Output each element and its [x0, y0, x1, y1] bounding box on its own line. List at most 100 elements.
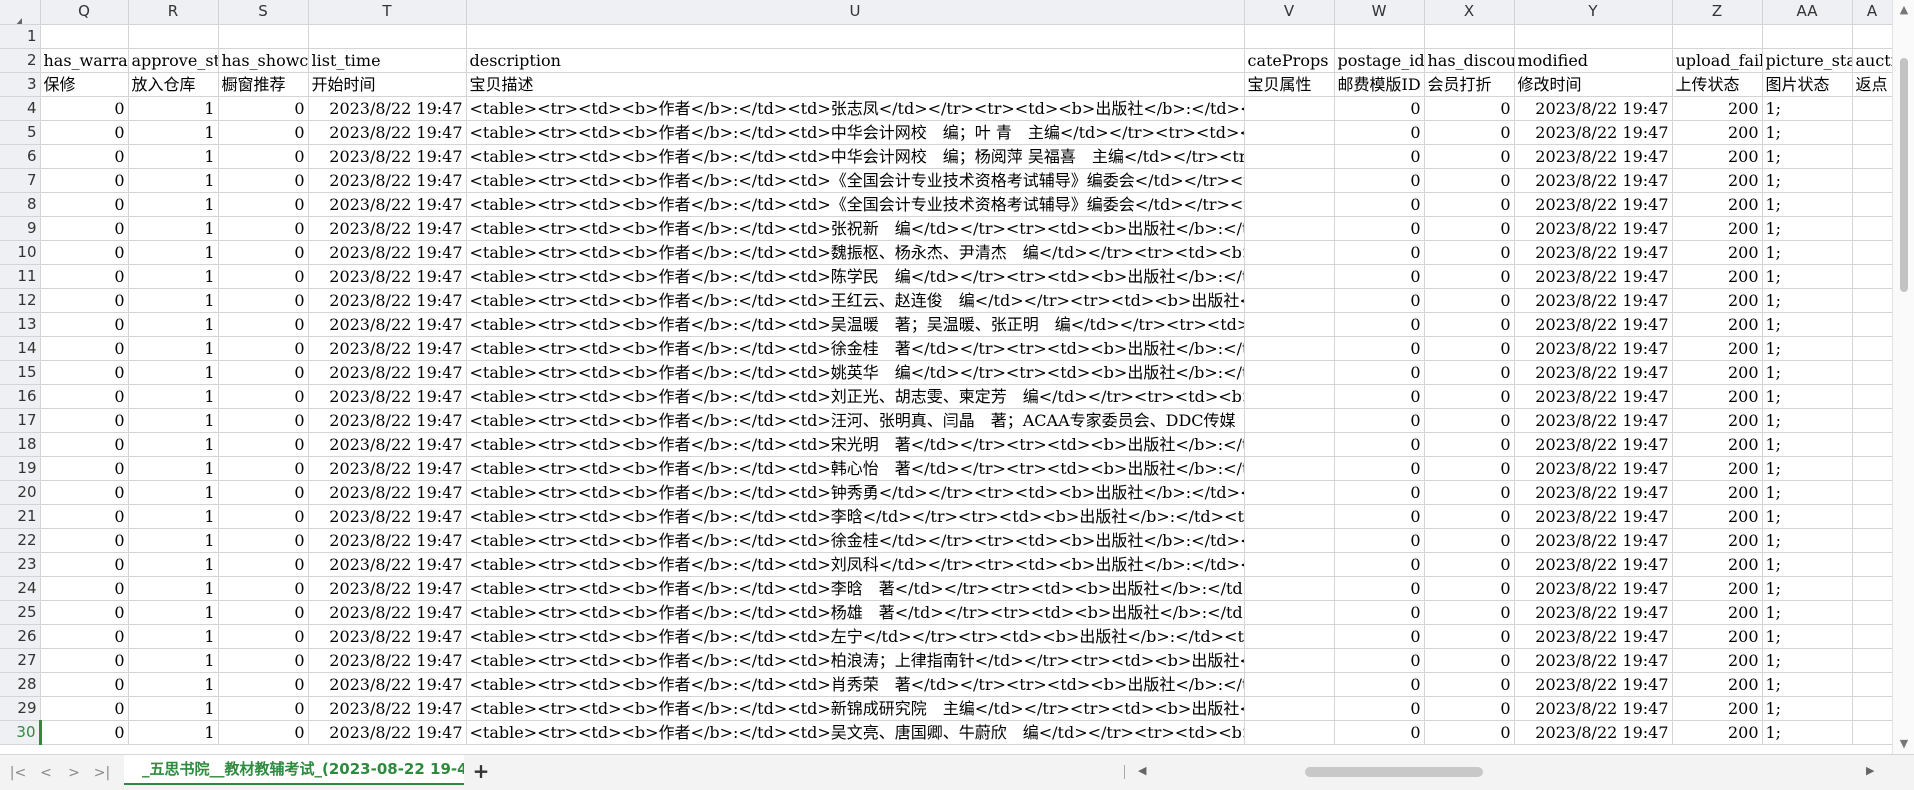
select-all-corner[interactable] — [0, 0, 41, 25]
cell[interactable]: 0 — [1424, 168, 1515, 193]
cell[interactable]: 0 — [1334, 192, 1425, 217]
cell[interactable] — [1852, 216, 1892, 241]
cell[interactable]: 2023/8/22 19:47 — [1514, 240, 1673, 265]
add-sheet-button[interactable]: + — [470, 760, 492, 782]
row-number[interactable]: 23 — [0, 552, 41, 577]
cell[interactable]: 1; — [1762, 216, 1853, 241]
cell[interactable]: 0 — [1424, 504, 1515, 529]
cell[interactable]: 0 — [40, 456, 129, 481]
cell[interactable] — [308, 24, 467, 49]
cell[interactable]: 0 — [218, 312, 309, 337]
cell[interactable]: 0 — [40, 672, 129, 697]
cell[interactable] — [1852, 360, 1892, 385]
next-sheet-icon[interactable]: > — [64, 763, 84, 783]
cell[interactable]: 0 — [218, 720, 309, 745]
cell[interactable]: 2023/8/22 19:47 — [1514, 528, 1673, 553]
cell[interactable]: 0 — [40, 288, 129, 313]
row-number[interactable]: 14 — [0, 336, 41, 361]
cell[interactable]: 1 — [128, 552, 219, 577]
cell[interactable]: auction_point — [1852, 48, 1892, 73]
cell[interactable]: <table><tr><td><b>作者</b>:</td><td>左宁</td… — [466, 624, 1245, 649]
cell[interactable]: 0 — [218, 360, 309, 385]
cell[interactable]: 开始时间 — [308, 72, 467, 97]
cell[interactable] — [1244, 408, 1335, 433]
cell[interactable] — [1852, 336, 1892, 361]
cell[interactable]: 200 — [1672, 240, 1763, 265]
cell[interactable]: 200 — [1672, 120, 1763, 145]
cell[interactable] — [1852, 624, 1892, 649]
cell[interactable] — [1244, 144, 1335, 169]
cell[interactable]: <table><tr><td><b>作者</b>:</td><td>徐金桂 著<… — [466, 336, 1245, 361]
scroll-down-icon[interactable]: ▼ — [1898, 738, 1910, 750]
cell[interactable]: 2023/8/22 19:47 — [308, 624, 467, 649]
cell[interactable]: 0 — [218, 600, 309, 625]
cell[interactable] — [1244, 672, 1335, 697]
cell[interactable]: 1 — [128, 168, 219, 193]
cell[interactable]: 200 — [1672, 552, 1763, 577]
cell[interactable]: postage_id — [1334, 48, 1425, 73]
cell[interactable]: 0 — [218, 264, 309, 289]
cell[interactable] — [1852, 288, 1892, 313]
cell[interactable]: 0 — [218, 432, 309, 457]
cell[interactable]: 0 — [40, 432, 129, 457]
cell[interactable]: 0 — [1424, 240, 1515, 265]
cell[interactable]: 0 — [1424, 576, 1515, 601]
cell[interactable]: 2023/8/22 19:47 — [1514, 96, 1673, 121]
row-number[interactable]: 4 — [0, 96, 41, 121]
cell[interactable]: 0 — [40, 240, 129, 265]
cell[interactable] — [1852, 384, 1892, 409]
cell[interactable]: 2023/8/22 19:47 — [1514, 552, 1673, 577]
cell[interactable] — [1244, 288, 1335, 313]
cell[interactable] — [1244, 216, 1335, 241]
cell[interactable] — [1244, 504, 1335, 529]
row-number[interactable]: 25 — [0, 600, 41, 625]
cell[interactable]: 200 — [1672, 672, 1763, 697]
cell[interactable]: 0 — [1424, 144, 1515, 169]
cell[interactable]: 2023/8/22 19:47 — [1514, 168, 1673, 193]
spreadsheet-grid[interactable]: QRSTUVWXYZAAA 12has_warrantyapprove_stat… — [0, 0, 1892, 754]
column-header-x[interactable]: X — [1424, 0, 1515, 25]
cell[interactable]: 1; — [1762, 576, 1853, 601]
cell[interactable] — [1762, 24, 1853, 49]
column-header-q[interactable]: Q — [40, 0, 129, 25]
cell[interactable]: 2023/8/22 19:47 — [308, 552, 467, 577]
cell[interactable]: 2023/8/22 19:47 — [1514, 360, 1673, 385]
cell[interactable] — [1852, 120, 1892, 145]
cell[interactable]: 0 — [218, 192, 309, 217]
cell[interactable]: 1; — [1762, 312, 1853, 337]
cell[interactable]: 1 — [128, 432, 219, 457]
cell[interactable]: 2023/8/22 19:47 — [1514, 624, 1673, 649]
cell[interactable]: 2023/8/22 19:47 — [308, 240, 467, 265]
cell[interactable] — [1244, 240, 1335, 265]
cell[interactable]: approve_status — [128, 48, 219, 73]
cell[interactable]: 0 — [218, 504, 309, 529]
cell[interactable]: 橱窗推荐 — [218, 72, 309, 97]
cell[interactable] — [1424, 24, 1515, 49]
triangle-corner-icon[interactable] — [14, 18, 22, 23]
cell[interactable]: upload_fail_msg — [1672, 48, 1763, 73]
cell[interactable] — [1852, 312, 1892, 337]
cell[interactable] — [1852, 264, 1892, 289]
cell[interactable]: 0 — [40, 600, 129, 625]
cell[interactable]: 0 — [1424, 456, 1515, 481]
cell[interactable]: 2023/8/22 19:47 — [308, 288, 467, 313]
cell[interactable]: 200 — [1672, 624, 1763, 649]
cell[interactable]: 0 — [40, 336, 129, 361]
cell[interactable]: 1; — [1762, 240, 1853, 265]
cell[interactable]: 0 — [1334, 96, 1425, 121]
cell[interactable]: 1 — [128, 240, 219, 265]
cell[interactable]: 0 — [40, 192, 129, 217]
cell[interactable]: cateProps — [1244, 48, 1335, 73]
cell[interactable]: 200 — [1672, 264, 1763, 289]
cell[interactable]: 2023/8/22 19:47 — [1514, 192, 1673, 217]
cell[interactable]: 200 — [1672, 504, 1763, 529]
column-header-z[interactable]: Z — [1672, 0, 1763, 25]
cell[interactable]: list_time — [308, 48, 467, 73]
cell[interactable]: 0 — [40, 648, 129, 673]
cell[interactable]: 1 — [128, 216, 219, 241]
cell[interactable]: 0 — [1334, 696, 1425, 721]
cell[interactable] — [1852, 648, 1892, 673]
cell[interactable]: 200 — [1672, 432, 1763, 457]
cell[interactable]: 0 — [40, 720, 129, 745]
cell[interactable]: 2023/8/22 19:47 — [1514, 216, 1673, 241]
